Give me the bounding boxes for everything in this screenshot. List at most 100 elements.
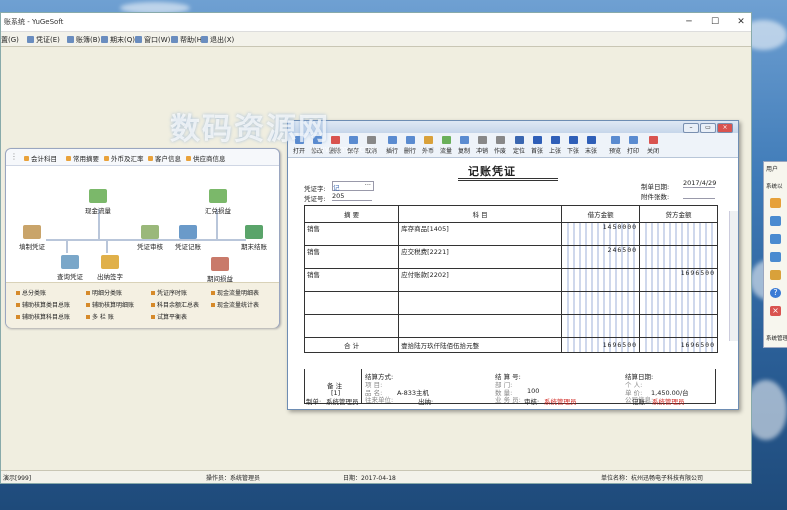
node-exchange-loss[interactable]: 汇兑损益 xyxy=(198,189,238,215)
toolbar-label: 删行 xyxy=(403,148,416,155)
cell-subject[interactable] xyxy=(398,314,563,338)
toolbar-icon xyxy=(628,136,638,144)
menu-voucher[interactable]: 凭证(E) xyxy=(27,35,60,45)
link-aux-category[interactable]: 辅助核算类目总账 xyxy=(16,300,70,309)
node-fill-voucher[interactable]: 填制凭证 xyxy=(12,225,52,251)
link-detail-ledger[interactable]: 明细分类账 xyxy=(86,288,122,297)
toolbar-button[interactable]: 下张 xyxy=(564,135,582,155)
tab-suppliers[interactable]: 供应商信息 xyxy=(186,153,226,163)
total-debit: 1696500 xyxy=(561,337,641,353)
voucher-word-select[interactable]: 记 ··· xyxy=(332,181,374,192)
cell-summary[interactable] xyxy=(303,314,400,338)
toolbar-button[interactable]: 打印 xyxy=(624,135,642,155)
voucher-close-button[interactable]: × xyxy=(717,123,733,133)
node-period-end[interactable]: 期末结账 xyxy=(234,225,274,251)
menu-window[interactable]: 窗口(W) xyxy=(135,35,170,45)
link-trial-balance[interactable]: 试算平衡表 xyxy=(151,312,187,321)
toolbar-button[interactable]: 删行 xyxy=(401,135,419,155)
close-icon[interactable]: × xyxy=(770,306,781,316)
link-cashflow-detail[interactable]: 现金流量明细表 xyxy=(211,288,259,297)
cell-subject[interactable]: 库存商品[1405] xyxy=(398,222,563,246)
cell-subject[interactable]: 应付账款[2202] xyxy=(398,268,563,292)
voucher-minimize-button[interactable]: – xyxy=(683,123,699,133)
toolbar-button[interactable]: 预览 xyxy=(606,135,624,155)
tab-accounts[interactable]: 会计科目 xyxy=(24,153,57,163)
toolbar-button[interactable]: 作废 xyxy=(491,135,509,155)
node-period-loss[interactable]: 期间损益 xyxy=(200,257,240,283)
toolbar-button[interactable]: 首张 xyxy=(528,135,546,155)
cell-subject[interactable] xyxy=(398,291,563,315)
minimize-button[interactable]: ─ xyxy=(683,16,695,28)
table-row[interactable]: 销售 库存商品[1405] 1450000 xyxy=(303,222,718,246)
link-aux-subject[interactable]: 辅助核算科目总账 xyxy=(16,312,70,321)
attach-field[interactable] xyxy=(683,191,715,199)
toolbar-button[interactable]: 插行 xyxy=(383,135,401,155)
tab-currency[interactable]: 外币及汇率 xyxy=(104,153,144,163)
database-icon[interactable] xyxy=(770,252,781,262)
toolbar-button[interactable]: 末张 xyxy=(582,135,600,155)
toolbar-button[interactable]: 定位 xyxy=(510,135,528,155)
cell-summary[interactable]: 销售 xyxy=(303,222,400,246)
cell-debit[interactable] xyxy=(561,268,641,292)
link-journal[interactable]: 凭证序时账 xyxy=(151,288,187,297)
node-query-voucher[interactable]: 查询凭证 xyxy=(50,255,90,281)
menu-help[interactable]: 帮助(H) xyxy=(171,35,205,45)
toolbar-label: 作废 xyxy=(493,148,506,155)
cell-credit[interactable]: 1696500 xyxy=(639,268,718,292)
tools-icon[interactable] xyxy=(770,270,781,280)
menu-ledger[interactable]: 账簿(B) xyxy=(67,35,100,45)
help-icon[interactable]: ? xyxy=(770,288,781,298)
table-row[interactable]: 销售 应交税费[2221] 246500 xyxy=(303,245,718,269)
users-icon[interactable] xyxy=(770,216,781,226)
date-field[interactable]: 2017/4/29 xyxy=(683,179,716,188)
cell-debit[interactable]: 1450000 xyxy=(561,222,641,246)
node-cash-flow[interactable]: 现金流量 xyxy=(78,189,118,215)
divider xyxy=(361,369,362,403)
node-voucher-post[interactable]: 凭证记账 xyxy=(168,225,208,251)
cell-debit[interactable] xyxy=(561,314,641,338)
node-cashier-sign[interactable]: 出纳签字 xyxy=(90,255,130,281)
menu-period[interactable]: 期末(Q) xyxy=(101,35,135,45)
link-balance-summary[interactable]: 科目余额汇总表 xyxy=(151,300,199,309)
table-row[interactable] xyxy=(303,291,718,315)
tab-common-summary[interactable]: 常用摘要 xyxy=(66,153,99,163)
link-general-ledger[interactable]: 总分类账 xyxy=(16,288,46,297)
cell-summary[interactable] xyxy=(303,291,400,315)
vertical-scrollbar[interactable] xyxy=(729,211,738,341)
cell-debit[interactable] xyxy=(561,291,641,315)
link-aux-detail[interactable]: 辅助核算明细账 xyxy=(86,300,134,309)
cell-summary[interactable]: 销售 xyxy=(303,268,400,292)
toolbar-label: 上张 xyxy=(548,148,561,155)
close-button[interactable]: ✕ xyxy=(735,16,747,28)
tab-customers[interactable]: 客户信息 xyxy=(148,153,181,163)
menu-exit[interactable]: 退出(X) xyxy=(201,35,234,45)
voucher-word-label: 凭证字: xyxy=(304,185,326,193)
cell-subject[interactable]: 应交税费[2221] xyxy=(398,245,563,269)
bullet-icon xyxy=(66,156,71,161)
toolbar-icon xyxy=(459,136,469,144)
toolbar-button[interactable]: 流量 xyxy=(437,135,455,155)
cell-credit[interactable] xyxy=(639,222,718,246)
cell-credit[interactable] xyxy=(639,314,718,338)
link-multi-column[interactable]: 多 栏 账 xyxy=(86,312,114,321)
toolbar-button[interactable]: 冲销 xyxy=(473,135,491,155)
table-row[interactable] xyxy=(303,314,718,338)
voucher-restore-button[interactable]: ▭ xyxy=(700,123,716,133)
node-voucher-review[interactable]: 凭证审核 xyxy=(130,225,170,251)
cell-credit[interactable] xyxy=(639,245,718,269)
settings-icon[interactable] xyxy=(770,198,781,208)
menu-settings[interactable]: 置(G) xyxy=(1,35,19,45)
cell-summary[interactable]: 销售 xyxy=(303,245,400,269)
maximize-button[interactable]: ☐ xyxy=(709,16,721,28)
link-cashflow-stats[interactable]: 现金流量统计表 xyxy=(211,300,259,309)
table-row[interactable]: 销售 应付账款[2202] 1696500 xyxy=(303,268,718,292)
cell-debit[interactable]: 246500 xyxy=(561,245,641,269)
cell-credit[interactable] xyxy=(639,291,718,315)
grid-icon[interactable] xyxy=(770,234,781,244)
toolbar-label: 流量 xyxy=(439,148,452,155)
toolbar-button[interactable]: 复制 xyxy=(455,135,473,155)
toolbar-button[interactable]: 关闭 xyxy=(644,135,662,155)
voucher-no-field[interactable]: 205 xyxy=(332,192,372,201)
toolbar-button[interactable]: 外币 xyxy=(419,135,437,155)
toolbar-button[interactable]: 上张 xyxy=(546,135,564,155)
